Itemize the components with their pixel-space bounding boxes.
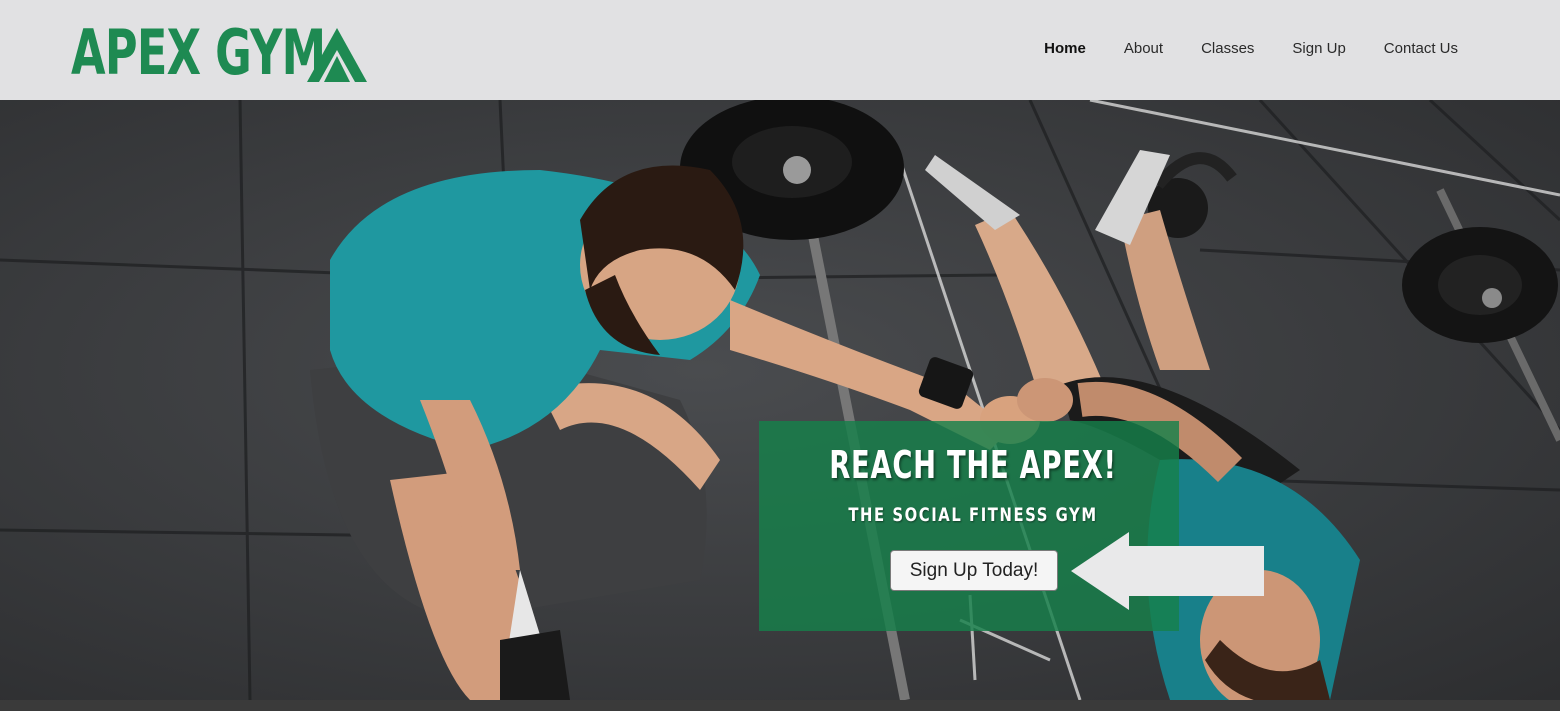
nav-contact-us[interactable]: Contact Us — [1384, 36, 1458, 62]
mountain-logo-icon — [307, 28, 367, 82]
next-section-edge — [0, 700, 1560, 711]
nav-home[interactable]: Home — [1044, 36, 1086, 62]
sign-up-today-button[interactable]: Sign Up Today! — [890, 550, 1058, 591]
nav-classes[interactable]: Classes — [1201, 36, 1254, 62]
hero-subtitle: THE SOCIAL FITNESS GYM — [848, 504, 1098, 526]
nav-sign-up[interactable]: Sign Up — [1292, 36, 1345, 62]
site-header: APEX GYM Home About Classes Sign Up Cont… — [0, 0, 1560, 100]
nav-about[interactable]: About — [1124, 36, 1163, 62]
logo-text: APEX GYM — [71, 16, 326, 89]
main-nav: Home About Classes Sign Up Contact Us — [1006, 36, 1458, 62]
hero-section: REACH THE APEX! THE SOCIAL FITNESS GYM S… — [0, 100, 1560, 700]
left-arrow-icon — [1071, 532, 1264, 610]
hero-title: REACH THE APEX! — [829, 443, 1117, 487]
logo-link[interactable]: APEX GYM — [71, 16, 367, 89]
